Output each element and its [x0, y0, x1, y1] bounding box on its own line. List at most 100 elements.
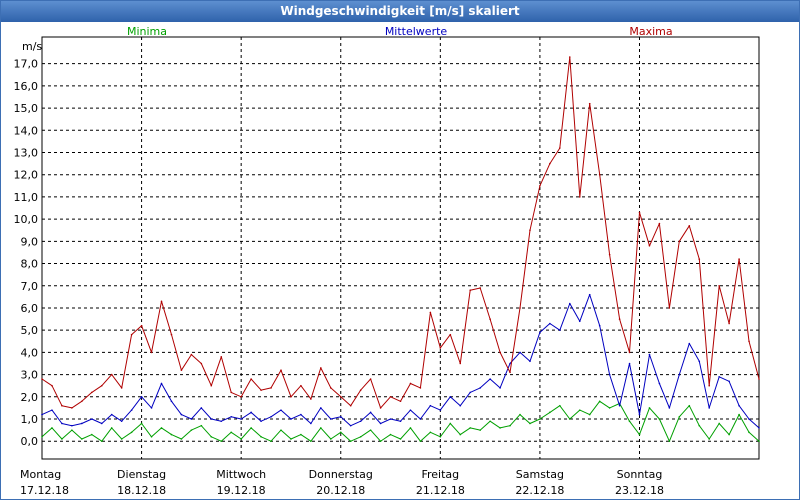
data-point-maxima: [190, 353, 193, 356]
x-tick-date: 23.12.18: [615, 484, 664, 497]
data-point-mittelwerte: [130, 409, 133, 411]
data-point-maxima: [519, 307, 521, 309]
data-point-maxima: [250, 378, 252, 380]
data-point-maxima: [469, 289, 472, 292]
data-point-minima: [369, 429, 372, 431]
data-point-maxima: [608, 253, 611, 256]
data-point-mittelwerte: [100, 422, 103, 425]
data-point-maxima: [270, 387, 272, 389]
data-point-maxima: [529, 229, 531, 232]
data-point-maxima: [638, 211, 641, 214]
data-point-maxima: [678, 240, 681, 243]
data-point-mittelwerte: [240, 418, 242, 420]
data-point-mittelwerte: [210, 418, 213, 420]
data-point-mittelwerte: [479, 387, 481, 389]
data-point-maxima: [728, 322, 730, 325]
data-point-maxima: [489, 318, 491, 320]
data-point-maxima: [200, 362, 203, 365]
x-tick-day: Samstag: [516, 468, 564, 481]
y-tick-label: 0,0: [21, 435, 39, 448]
data-point-maxima: [180, 369, 183, 371]
data-point-minima: [130, 431, 133, 434]
data-point-mittelwerte: [310, 422, 312, 425]
data-point-mittelwerte: [718, 376, 720, 378]
data-point-maxima: [648, 244, 651, 247]
data-point-minima: [698, 424, 701, 427]
data-point-maxima: [588, 102, 591, 105]
data-point-mittelwerte: [260, 420, 262, 423]
data-point-mittelwerte: [329, 418, 332, 420]
data-point-mittelwerte: [668, 407, 671, 409]
data-point-maxima: [698, 258, 701, 260]
data-point-mittelwerte: [150, 407, 153, 409]
data-point-minima: [260, 435, 262, 438]
data-point-maxima: [598, 173, 601, 176]
data-point-mittelwerte: [549, 322, 551, 325]
data-point-maxima: [61, 404, 63, 407]
data-point-minima: [479, 429, 481, 431]
y-tick-label: 5,0: [21, 324, 39, 337]
data-point-mittelwerte: [738, 404, 740, 407]
data-point-maxima: [758, 378, 760, 380]
data-point-mittelwerte: [758, 427, 760, 429]
data-point-minima: [638, 433, 641, 436]
data-point-mittelwerte: [120, 420, 123, 423]
data-point-minima: [688, 404, 691, 407]
data-point-mittelwerte: [568, 302, 571, 305]
data-point-mittelwerte: [658, 382, 661, 385]
data-point-mittelwerte: [389, 418, 392, 420]
data-point-mittelwerte: [110, 413, 113, 416]
y-axis: 0,0 1,0 2,0 3,0 4,0 5,0 6,0 7,0 8,0 9,0 10,0 11,0 12…: [14, 58, 39, 449]
data-point-maxima: [160, 300, 163, 303]
data-point-minima: [230, 431, 233, 434]
data-point-minima: [549, 411, 551, 414]
plot-area: [41, 36, 760, 460]
data-point-minima: [459, 433, 462, 436]
data-point-mittelwerte: [449, 396, 452, 398]
data-point-mittelwerte: [250, 411, 252, 414]
data-point-minima: [339, 431, 342, 434]
data-point-maxima: [628, 351, 631, 354]
data-point-minima: [568, 418, 571, 420]
data-point-mittelwerte: [140, 396, 143, 398]
data-point-mittelwerte: [71, 424, 73, 427]
data-point-maxima: [51, 384, 53, 387]
data-point-minima: [270, 440, 272, 443]
data-point-maxima: [320, 367, 322, 369]
data-point-mittelwerte: [559, 329, 561, 331]
data-point-maxima: [300, 384, 302, 387]
data-point-minima: [90, 433, 93, 436]
data-point-maxima: [41, 378, 43, 380]
data-point-minima: [240, 438, 242, 440]
data-point-minima: [210, 435, 213, 438]
data-point-maxima: [668, 307, 671, 309]
data-point-mittelwerte: [170, 400, 173, 403]
data-point-minima: [529, 422, 531, 425]
data-point-mittelwerte: [688, 342, 691, 345]
data-point-maxima: [329, 387, 332, 389]
data-point-minima: [379, 440, 382, 443]
data-point-maxima: [718, 284, 720, 287]
data-point-mittelwerte: [180, 413, 183, 416]
data-point-mittelwerte: [290, 418, 292, 420]
data-point-maxima: [539, 185, 541, 187]
data-point-maxima: [290, 396, 292, 398]
x-tick-date: 17.12.18: [20, 484, 69, 497]
data-point-maxima: [419, 387, 422, 389]
data-point-mittelwerte: [220, 420, 223, 423]
data-point-maxima: [499, 351, 501, 354]
data-point-mittelwerte: [190, 418, 193, 420]
x-tick-day: Sonntag: [617, 468, 663, 481]
data-point-minima: [329, 438, 332, 440]
data-point-minima: [728, 433, 730, 436]
data-point-maxima: [738, 258, 740, 260]
data-point-mittelwerte: [409, 409, 412, 411]
data-point-minima: [658, 418, 661, 420]
data-point-maxima: [449, 333, 452, 336]
data-point-minima: [200, 424, 203, 427]
data-point-mittelwerte: [489, 378, 491, 380]
data-point-minima: [190, 429, 193, 431]
data-point-minima: [708, 438, 711, 440]
y-tick-label: 15,0: [14, 102, 39, 115]
data-point-maxima: [429, 311, 432, 314]
